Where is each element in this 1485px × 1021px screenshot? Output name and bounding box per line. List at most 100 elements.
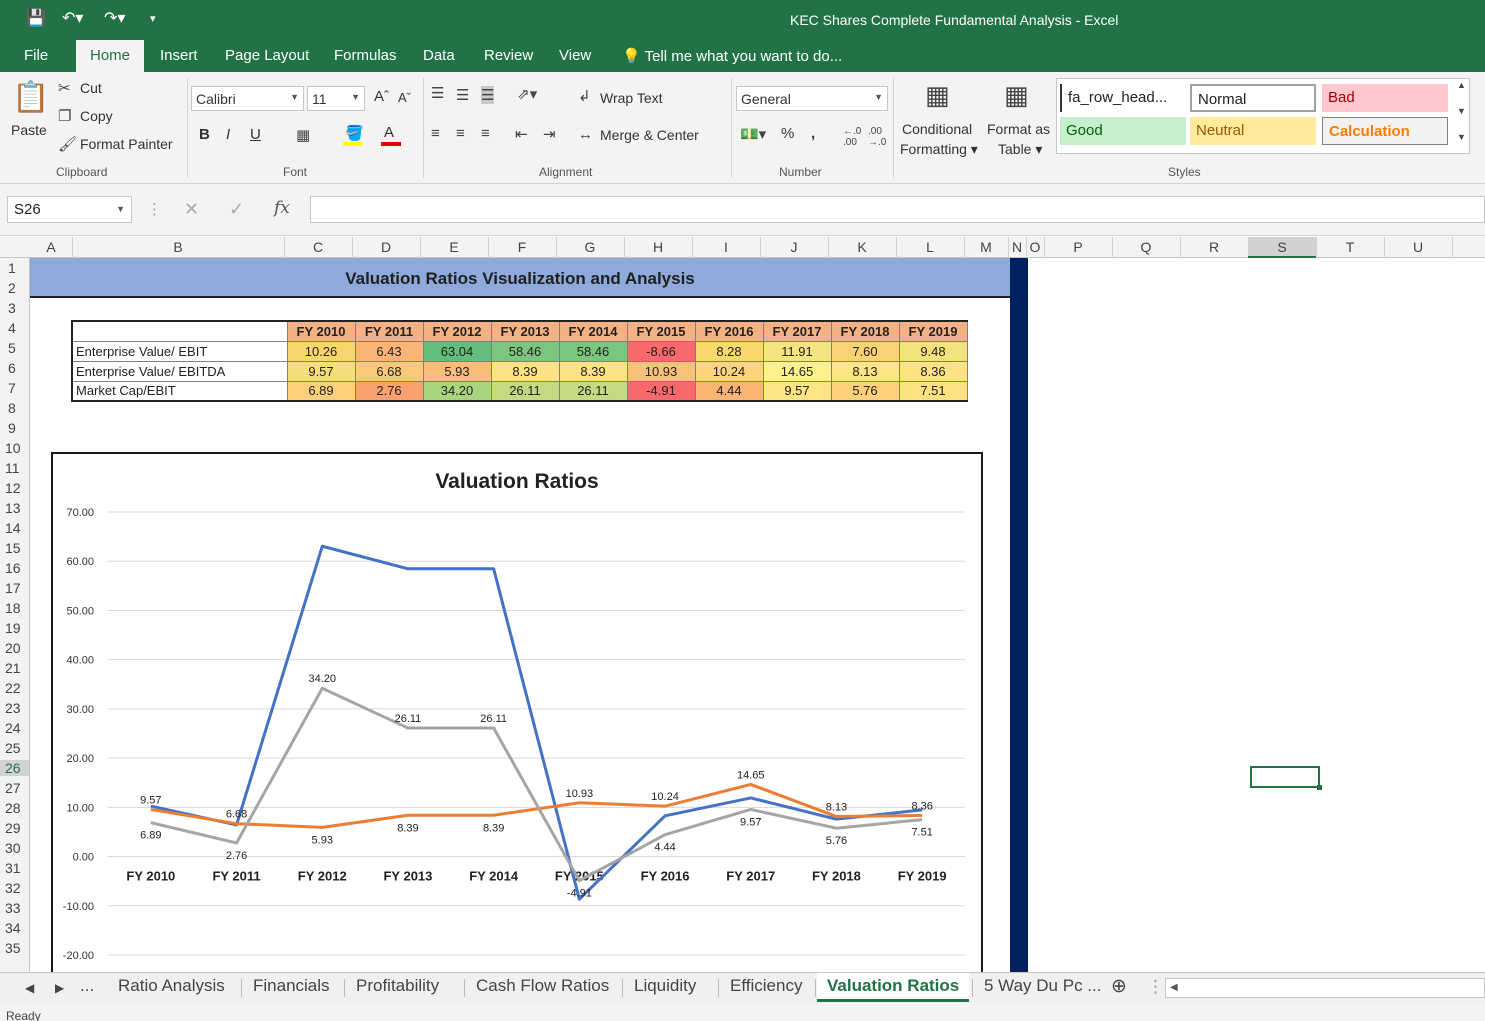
scroll-left-icon[interactable]: ◀ xyxy=(25,981,34,995)
row-header-26[interactable]: 26 xyxy=(0,760,29,776)
column-header-q[interactable]: Q xyxy=(1112,239,1180,255)
align-left-icon[interactable]: ≡ xyxy=(431,125,440,142)
scroll-right-icon[interactable]: ▶ xyxy=(55,981,64,995)
fill-color-icon[interactable]: 🪣 xyxy=(345,124,364,142)
tab-home[interactable]: Home xyxy=(76,40,145,72)
row-header-29[interactable]: 29 xyxy=(0,820,29,836)
style-good[interactable]: Good xyxy=(1060,117,1186,145)
column-header-l[interactable]: L xyxy=(896,239,964,255)
row-header-5[interactable]: 5 xyxy=(0,340,29,356)
number-format-select[interactable]: General ▼ xyxy=(736,86,888,111)
insert-function-button[interactable]: fx xyxy=(274,198,290,218)
add-sheet-icon[interactable]: ⊕ xyxy=(1111,975,1127,998)
column-header-u[interactable]: U xyxy=(1384,239,1452,255)
copy-button[interactable]: Copy xyxy=(80,108,113,124)
row-header-23[interactable]: 23 xyxy=(0,700,29,716)
sheet-tab-5-way-du-pc[interactable]: 5 Way Du Pc ... xyxy=(974,976,1101,996)
sheet-tab-efficiency[interactable]: Efficiency xyxy=(720,976,802,996)
row-header-2[interactable]: 2 xyxy=(0,280,29,296)
cut-button[interactable]: Cut xyxy=(80,80,102,96)
column-header-k[interactable]: K xyxy=(828,239,896,255)
cancel-icon[interactable]: ✕ xyxy=(184,199,199,220)
row-header-28[interactable]: 28 xyxy=(0,800,29,816)
align-top-icon[interactable]: ☰ xyxy=(431,84,444,102)
row-header-30[interactable]: 30 xyxy=(0,840,29,856)
row-header-6[interactable]: 6 xyxy=(0,360,29,376)
row-header-15[interactable]: 15 xyxy=(0,540,29,556)
percent-style-button[interactable]: % xyxy=(781,125,794,142)
row-header-13[interactable]: 13 xyxy=(0,500,29,516)
paste-button[interactable]: Paste xyxy=(11,122,47,138)
increase-decimal-icon[interactable]: ←.0.00 xyxy=(843,126,861,148)
row-header-24[interactable]: 24 xyxy=(0,720,29,736)
font-color-icon[interactable]: A xyxy=(384,124,394,141)
tab-view[interactable]: View xyxy=(559,47,591,64)
horizontal-scrollbar[interactable]: ◀ xyxy=(1165,978,1485,998)
row-header-9[interactable]: 9 xyxy=(0,420,29,436)
style-bad[interactable]: Bad xyxy=(1322,84,1448,112)
row-header-22[interactable]: 22 xyxy=(0,680,29,696)
column-header-b[interactable]: B xyxy=(72,239,284,255)
align-middle-icon[interactable]: ☰ xyxy=(456,86,469,104)
column-header-i[interactable]: I xyxy=(692,239,760,255)
valuation-chart[interactable]: Valuation Ratios 70.00 60.00 50.00 40.00 30.0… xyxy=(51,452,983,972)
row-header-16[interactable]: 16 xyxy=(0,560,29,576)
conditional-formatting-button[interactable]: Conditional xyxy=(902,121,972,137)
italic-button[interactable]: I xyxy=(226,126,230,143)
row-header-14[interactable]: 14 xyxy=(0,520,29,536)
style-calculation[interactable]: Calculation xyxy=(1322,117,1448,145)
style-fa-row-head[interactable]: fa_row_head... xyxy=(1060,84,1186,112)
row-header-17[interactable]: 17 xyxy=(0,580,29,596)
row-header-32[interactable]: 32 xyxy=(0,880,29,896)
row-header-10[interactable]: 10 xyxy=(0,440,29,456)
customize-toolbar-icon[interactable]: ▾ xyxy=(150,12,156,25)
column-header-j[interactable]: J xyxy=(760,239,828,255)
enter-icon[interactable]: ✓ xyxy=(229,199,244,220)
row-header-11[interactable]: 11 xyxy=(0,460,29,476)
align-right-icon[interactable]: ≡ xyxy=(481,125,490,142)
style-normal[interactable]: Normal xyxy=(1190,84,1316,112)
more-sheets-icon[interactable]: ... xyxy=(80,976,94,996)
shrink-font-icon[interactable]: Aˇ xyxy=(398,90,411,105)
row-header-8[interactable]: 8 xyxy=(0,400,29,416)
row-header-20[interactable]: 20 xyxy=(0,640,29,656)
row-header-4[interactable]: 4 xyxy=(0,320,29,336)
column-header-g[interactable]: G xyxy=(556,239,624,255)
sheet-tab-financials[interactable]: Financials xyxy=(243,976,330,996)
tab-page-layout[interactable]: Page Layout xyxy=(225,47,309,64)
column-header-a[interactable]: A xyxy=(30,239,72,255)
accounting-format-icon[interactable]: 💵▾ xyxy=(740,125,766,143)
sheet-tab-liquidity[interactable]: Liquidity xyxy=(624,976,696,996)
select-all-corner[interactable] xyxy=(0,237,30,258)
column-header-r[interactable]: R xyxy=(1180,239,1248,255)
comma-style-button[interactable]: , xyxy=(811,125,815,142)
column-header-d[interactable]: D xyxy=(352,239,420,255)
row-header-1[interactable]: 1 xyxy=(0,260,29,276)
name-box[interactable]: S26 ▼ xyxy=(7,196,132,223)
sheet-tab-profitability[interactable]: Profitability xyxy=(346,976,439,996)
sheet-tab-valuation-ratios[interactable]: Valuation Ratios xyxy=(817,973,970,1002)
row-header-34[interactable]: 34 xyxy=(0,920,29,936)
undo-icon[interactable]: ↶▾ xyxy=(62,8,83,28)
gallery-up-icon[interactable]: ▲ xyxy=(1457,80,1466,90)
row-header-33[interactable]: 33 xyxy=(0,900,29,916)
font-size-select[interactable]: 11 ▼ xyxy=(307,86,365,111)
row-header-3[interactable]: 3 xyxy=(0,300,29,316)
merge-center-button[interactable]: Merge & Center xyxy=(600,127,699,143)
tab-review[interactable]: Review xyxy=(484,47,533,64)
column-header-f[interactable]: F xyxy=(488,239,556,255)
align-center-icon[interactable]: ≡ xyxy=(456,125,465,142)
scroll-left-icon[interactable]: ◀ xyxy=(1170,982,1178,993)
style-neutral[interactable]: Neutral xyxy=(1190,117,1316,145)
row-header-21[interactable]: 21 xyxy=(0,660,29,676)
worksheet[interactable]: Valuation Ratios Visualization and Analy… xyxy=(30,258,1485,972)
column-header-t[interactable]: T xyxy=(1316,239,1384,255)
gallery-more-icon[interactable]: ▼ xyxy=(1457,132,1466,142)
underline-button[interactable]: U xyxy=(250,126,261,143)
tab-file[interactable]: File xyxy=(24,47,48,64)
tab-formulas[interactable]: Formulas xyxy=(334,47,397,64)
save-icon[interactable]: 💾 xyxy=(26,8,46,28)
orientation-icon[interactable]: ⇗▾ xyxy=(517,85,537,103)
font-name-select[interactable]: Calibri ▼ xyxy=(191,86,304,111)
gallery-down-icon[interactable]: ▼ xyxy=(1457,106,1466,116)
